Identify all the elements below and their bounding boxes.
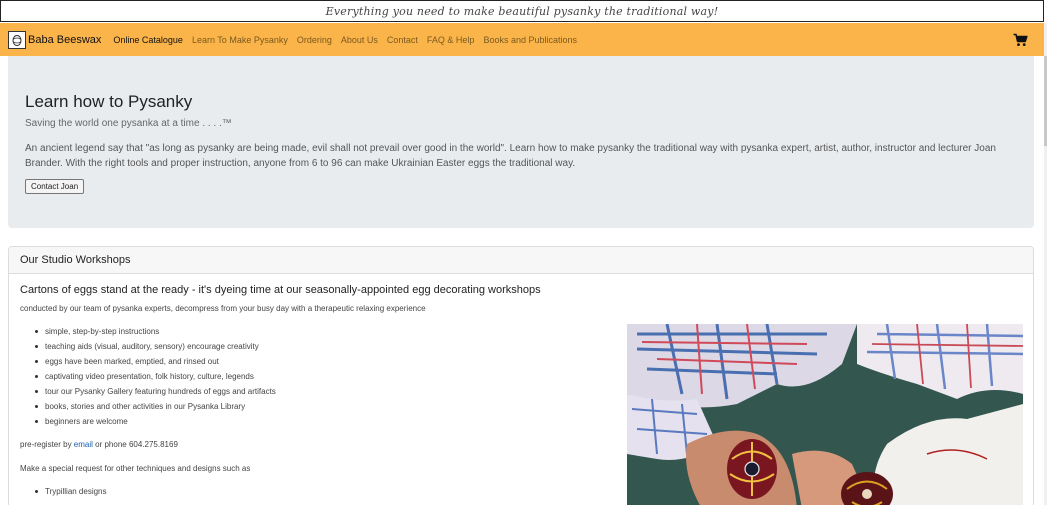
nav-learn-to-make-pysanky[interactable]: Learn To Make Pysanky [192,35,288,45]
workshop-photo [627,324,1023,505]
hero-description: An ancient legend say that "as long as p… [25,143,996,169]
workshops-card: Our Studio Workshops Cartons of eggs sta… [8,246,1034,505]
workshops-subtitle: conducted by our team of pysanka experts… [20,304,426,313]
shopping-cart-icon[interactable] [1013,32,1028,46]
brand-link[interactable]: Baba Beeswax [8,30,102,49]
special-designs-list: Trypillian designs [35,487,107,502]
navbar: Baba Beeswax Online Catalogue Learn To M… [0,23,1044,56]
preregister-text: pre-register by email or phone 604.275.8… [20,440,178,449]
hero-section: Learn how to Pysanky Saving the world on… [8,56,1034,228]
nav-books-publications[interactable]: Books and Publications [483,35,577,45]
workshops-heading: Cartons of eggs stand at the ready - it'… [20,284,541,296]
nav-ordering[interactable]: Ordering [297,35,332,45]
preregister-phone: or phone 604.275.8169 [92,440,178,449]
workshops-feature-list: simple, step-by-step instructions teachi… [35,327,276,432]
list-item: books, stories and other activities in o… [35,402,276,417]
list-item: tour our Pysanky Gallery featuring hundr… [35,387,276,402]
banner-text: Everything you need to make beautiful py… [325,4,719,18]
list-item: teaching aids (visual, auditory, sensory… [35,342,276,357]
list-item: Trypillian designs [35,487,107,502]
special-request-text: Make a special request for other techniq… [20,464,251,473]
workshops-card-header: Our Studio Workshops [9,247,1033,274]
nav-contact[interactable]: Contact [387,35,418,45]
list-item: captivating video presentation, folk his… [35,372,276,387]
page-title: Learn how to Pysanky [25,92,193,111]
email-link[interactable]: email [74,440,93,449]
contact-joan-button[interactable]: Contact Joan [25,179,85,194]
nav-online-catalogue[interactable]: Online Catalogue [113,35,183,45]
list-item: eggs have been marked, emptied, and rins… [35,357,276,372]
baba-beeswax-logo-icon [8,30,26,49]
nav-about-us[interactable]: About Us [341,35,378,45]
list-item: simple, step-by-step instructions [35,327,276,342]
top-banner: Everything you need to make beautiful py… [0,0,1044,22]
hero-tagline: Saving the world one pysanka at a time .… [25,118,232,129]
workshops-header-title: Our Studio Workshops [20,254,131,266]
list-item: beginners are welcome [35,417,276,432]
nav-faq-help[interactable]: FAQ & Help [427,35,475,45]
preregister-prefix: pre-register by [20,440,74,449]
brand-name: Baba Beeswax [28,33,102,46]
